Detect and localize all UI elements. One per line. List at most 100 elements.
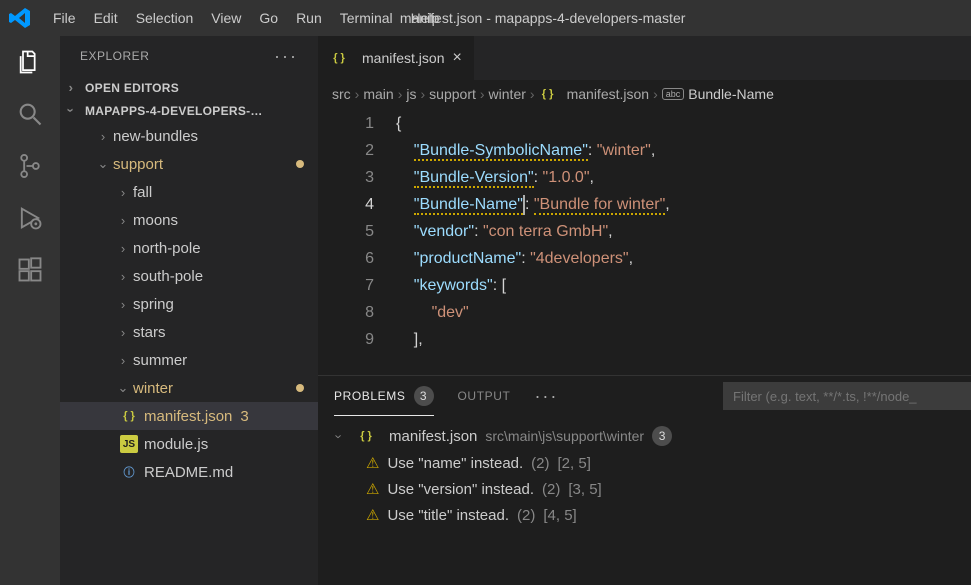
tree-label: north-pole: [133, 240, 201, 257]
tree-folder[interactable]: ⌄winter: [60, 374, 318, 402]
menu-terminal[interactable]: Terminal: [331, 10, 402, 26]
problems-file-path: src\main\js\support\winter: [485, 428, 644, 444]
vscode-logo: [8, 6, 32, 30]
tree-folder[interactable]: ›north-pole: [60, 234, 318, 262]
problem-location: [3, 5]: [568, 481, 601, 498]
problem-item[interactable]: ⚠Use "version" instead. (2) [3, 5]: [328, 476, 961, 502]
tree-label: south-pole: [133, 268, 203, 285]
problem-source: (2): [531, 455, 549, 472]
tree-label: manifest.json: [144, 408, 232, 425]
code-content[interactable]: { "Bundle-SymbolicName": "winter", "Bund…: [396, 108, 971, 375]
crumb[interactable]: js: [406, 86, 416, 102]
tree-folder[interactable]: ›summer: [60, 346, 318, 374]
problems-label: PROBLEMS: [334, 389, 406, 403]
tree-label: winter: [133, 380, 173, 397]
tabs-bar: { } manifest.json ×: [318, 36, 971, 80]
problem-item[interactable]: ⚠ Use "name" instead. (2) [2, 5]: [328, 450, 961, 476]
open-editors-label: OPEN EDITORS: [85, 81, 179, 95]
tab-title: manifest.json: [362, 50, 444, 66]
tree-folder[interactable]: ⌄support: [60, 150, 318, 178]
chevron-icon: ›: [116, 213, 130, 228]
explorer-sidebar: EXPLORER ··· ›OPEN EDITORS ›MAPAPPS-4-DE…: [60, 36, 318, 585]
tree-label: fall: [133, 184, 152, 201]
line-gutter: 123456789: [318, 108, 396, 375]
explorer-icon[interactable]: [16, 48, 44, 76]
modified-indicator: [296, 384, 304, 392]
chevron-icon: ›: [116, 269, 130, 284]
tree-label: moons: [133, 212, 178, 229]
tree-label: module.js: [144, 436, 208, 453]
tree-file[interactable]: { } manifest.json 3: [60, 402, 318, 430]
string-icon: abc: [662, 88, 685, 100]
problem-item[interactable]: ⚠ Use "title" instead. (2) [4, 5]: [328, 502, 961, 528]
tree-label: spring: [133, 296, 174, 313]
crumb[interactable]: support: [429, 86, 476, 102]
panel-more-icon[interactable]: ···: [534, 386, 558, 407]
problem-source: (2): [517, 507, 535, 524]
menu-bar: File Edit Selection View Go Run Terminal…: [0, 0, 971, 36]
menu-file[interactable]: File: [44, 10, 85, 26]
problem-message: Use "title" instead.: [387, 507, 509, 524]
crumb[interactable]: manifest.json: [567, 86, 649, 102]
debug-icon[interactable]: [16, 204, 44, 232]
crumb[interactable]: main: [363, 86, 393, 102]
menu-go[interactable]: Go: [250, 10, 287, 26]
bottom-panel: PROBLEMS 3 OUTPUT ··· › { } manifest.json…: [318, 375, 971, 585]
menu-edit[interactable]: Edit: [85, 10, 127, 26]
json-icon: { }: [330, 49, 348, 67]
search-icon[interactable]: [16, 100, 44, 128]
tree-file[interactable]: JS module.js: [60, 430, 318, 458]
chevron-icon: ›: [96, 129, 110, 144]
project-label: MAPAPPS-4-DEVELOPERS-…: [85, 104, 263, 118]
explorer-more-icon[interactable]: ···: [274, 46, 298, 67]
menu-selection[interactable]: Selection: [127, 10, 203, 26]
tree-file[interactable]: ⓘ README.md: [60, 458, 318, 486]
extensions-icon[interactable]: [16, 256, 44, 284]
chevron-icon: ⌄: [96, 156, 110, 172]
js-icon: JS: [120, 435, 138, 453]
explorer-title: EXPLORER: [80, 49, 149, 63]
tree-label: new-bundles: [113, 128, 198, 145]
tree-folder[interactable]: ›new-bundles: [60, 122, 318, 150]
problem-message: Use "version" instead.: [387, 481, 534, 498]
modified-indicator: [296, 160, 304, 168]
tree-folder[interactable]: ›spring: [60, 290, 318, 318]
problem-source: (2): [542, 481, 560, 498]
tab-manifest[interactable]: { } manifest.json ×: [318, 36, 474, 80]
close-icon[interactable]: ×: [452, 49, 461, 67]
tree-folder[interactable]: ›stars: [60, 318, 318, 346]
file-badge: 3: [240, 408, 248, 425]
open-editors-section[interactable]: ›OPEN EDITORS: [60, 76, 318, 99]
problem-location: [4, 5]: [543, 507, 576, 524]
tab-problems[interactable]: PROBLEMS 3: [334, 376, 434, 416]
chevron-icon: ›: [116, 325, 130, 340]
tab-output[interactable]: OUTPUT: [458, 376, 511, 416]
editor-group: { } manifest.json × src› main› js› suppo…: [318, 36, 971, 585]
info-icon: ⓘ: [120, 463, 138, 481]
menu-view[interactable]: View: [202, 10, 250, 26]
tree-folder[interactable]: ›south-pole: [60, 262, 318, 290]
warning-icon: ⚠: [366, 506, 379, 524]
json-icon: { }: [357, 427, 375, 445]
editor[interactable]: 123456789 { "Bundle-SymbolicName": "wint…: [318, 108, 971, 375]
source-control-icon[interactable]: [16, 152, 44, 180]
tree-folder[interactable]: ›moons: [60, 206, 318, 234]
tree-label: README.md: [144, 464, 233, 481]
crumb[interactable]: winter: [489, 86, 526, 102]
problem-message: Use "name" instead.: [387, 455, 523, 472]
problems-filter-input[interactable]: [723, 382, 971, 410]
tree-label: summer: [133, 352, 187, 369]
menu-run[interactable]: Run: [287, 10, 331, 26]
warning-icon: ⚠: [366, 454, 379, 472]
problems-count-badge: 3: [414, 386, 434, 406]
problem-location: [2, 5]: [558, 455, 591, 472]
breadcrumb[interactable]: src› main› js› support› winter› { } mani…: [318, 80, 971, 108]
project-section[interactable]: ›MAPAPPS-4-DEVELOPERS-…: [60, 99, 318, 122]
chevron-icon: ›: [116, 185, 130, 200]
json-icon: { }: [120, 407, 138, 425]
problems-file-row[interactable]: › { } manifest.json src\main\js\support\…: [328, 422, 961, 450]
crumb[interactable]: Bundle-Name: [688, 86, 774, 102]
tree-label: stars: [133, 324, 166, 341]
crumb[interactable]: src: [332, 86, 351, 102]
tree-folder[interactable]: ›fall: [60, 178, 318, 206]
